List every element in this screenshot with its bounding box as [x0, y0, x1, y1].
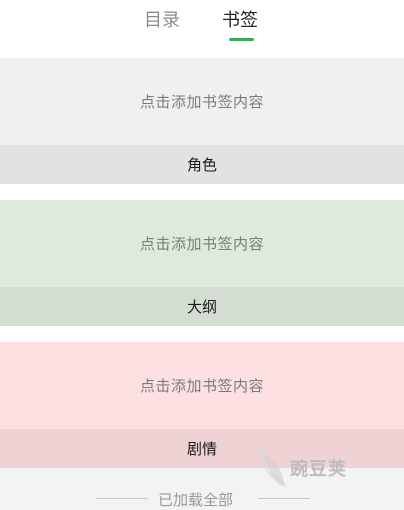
tab-bookmark[interactable]: 书签 — [222, 10, 258, 32]
add-bookmark-area[interactable]: 点击添加书签内容 — [0, 58, 404, 145]
tab-bar: 目录 书签 — [0, 0, 404, 46]
bookmark-group-role: 点击添加书签内容 角色 — [0, 58, 404, 184]
add-bookmark-area[interactable]: 点击添加书签内容 — [0, 200, 404, 287]
loaded-all-text: 已加载全部 — [158, 491, 234, 509]
divider-left — [96, 498, 148, 499]
group-title-label: 大纲 — [186, 298, 217, 316]
add-bookmark-placeholder: 点击添加书签内容 — [139, 93, 264, 111]
bookmark-group-outline: 点击添加书签内容 大纲 — [0, 200, 404, 326]
group-title-label: 剧情 — [186, 440, 217, 458]
active-tab-indicator — [229, 38, 254, 41]
watermark-text: 豌豆荚 — [290, 459, 347, 480]
bookmark-group-title: 大纲 — [0, 287, 404, 326]
divider-right — [258, 498, 310, 499]
bookmark-group-title: 角色 — [0, 145, 404, 184]
add-bookmark-placeholder: 点击添加书签内容 — [139, 377, 264, 395]
bookmark-page: 目录 书签 点击添加书签内容 角色 点击添加书签内容 大纲 点击添加书签内容 剧… — [0, 0, 404, 510]
add-bookmark-area[interactable]: 点击添加书签内容 — [0, 342, 404, 429]
group-title-label: 角色 — [186, 156, 217, 174]
add-bookmark-placeholder: 点击添加书签内容 — [139, 235, 264, 253]
tab-toc[interactable]: 目录 — [144, 10, 180, 32]
